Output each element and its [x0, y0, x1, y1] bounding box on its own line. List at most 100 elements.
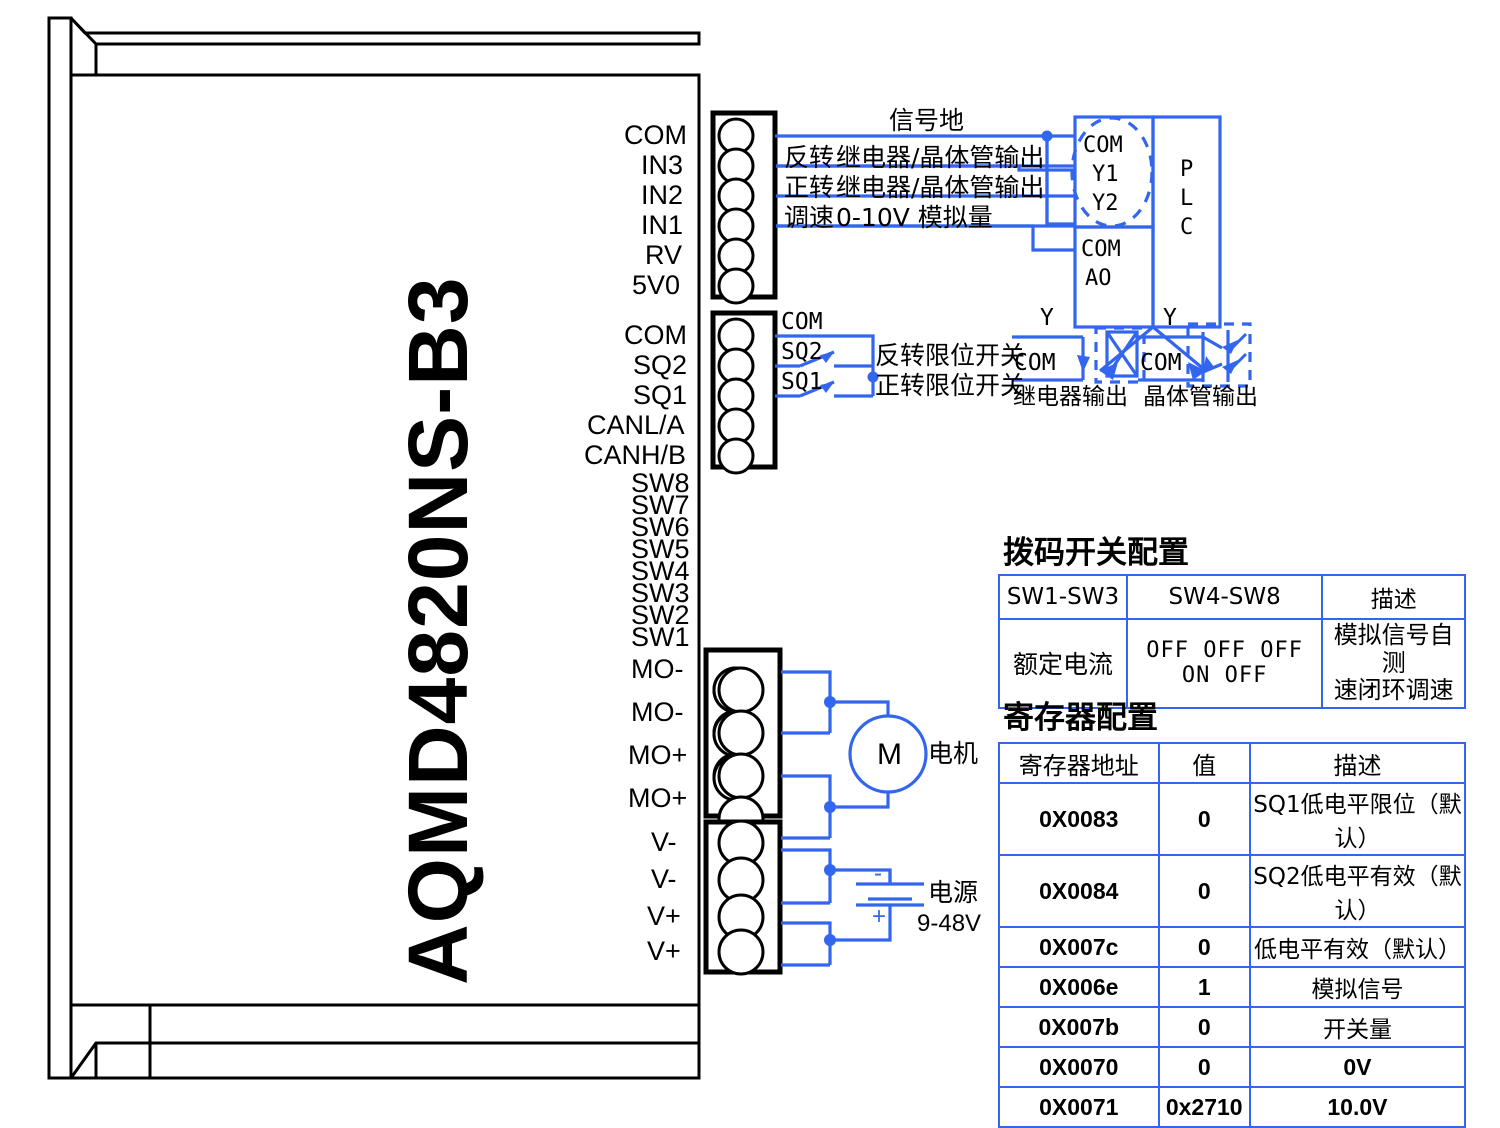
pin-label: IN2 — [641, 182, 683, 209]
table-row: 额定电流 OFF OFF OFF ON OFF 模拟信号自测 速闭环调速 — [999, 619, 1465, 708]
transistor-y-label: Y — [1163, 307, 1177, 330]
battery-plus-sign: + — [872, 905, 886, 929]
reg-cell-address: 0X0083 — [999, 783, 1159, 855]
battery-minus-sign: - — [874, 862, 882, 886]
transistor-output-caption: 晶体管输出 — [1143, 386, 1258, 409]
pin-label: IN3 — [641, 152, 683, 179]
pin-label: RV — [645, 242, 682, 269]
dip-cell-rated-current: 额定电流 — [999, 619, 1127, 708]
reg-cell-value: 0 — [1159, 783, 1250, 855]
reg-cell-description: 0V — [1250, 1047, 1465, 1087]
device-model-label: AQMD4820NS-B3 — [390, 276, 487, 985]
dip-switch-table: SW1-SW3 SW4-SW8 描述 额定电流 OFF OFF OFF ON O… — [998, 574, 1466, 709]
reg-cell-description: SQ1低电平限位（默认） — [1250, 783, 1465, 855]
limit-sq2-label: SQ2 — [781, 341, 823, 364]
plc-pin-com2: COM — [1081, 239, 1121, 261]
reg-header-address: 寄存器地址 — [999, 743, 1159, 783]
dip-desc-line-1: 模拟信号自测 — [1325, 622, 1462, 677]
pin-label: COM — [624, 122, 687, 149]
reg-cell-address: 0X0071 — [999, 1087, 1159, 1127]
reg-cell-address: 0X007b — [999, 1007, 1159, 1047]
plc-pin-y2: Y2 — [1092, 193, 1119, 215]
table-row: 0X007c0低电平有效（默认） — [999, 927, 1465, 967]
reg-cell-address: 0X006e — [999, 967, 1159, 1007]
reg-cell-description: 开关量 — [1250, 1007, 1465, 1047]
relay-com-label: COM — [1014, 352, 1056, 375]
plc-pin-y1: Y1 — [1092, 164, 1119, 186]
reg-cell-address: 0X007c — [999, 927, 1159, 967]
wiring-diagram-canvas: AQMD4820NS-B3 COM IN3 IN2 IN1 RV 5V0 COM… — [0, 0, 1500, 1101]
wire-desc-reverse: 继电器/晶体管输出 — [836, 145, 1044, 170]
motor-symbol-label: M — [877, 740, 902, 770]
pin-label: MO+ — [628, 785, 687, 812]
pin-label: 5V0 — [632, 272, 680, 299]
transistor-com-label: COM — [1140, 352, 1182, 375]
table-row: 0X00840SQ2低电平有效（默认） — [999, 855, 1465, 927]
table-row: 0X00710x271010.0V — [999, 1087, 1465, 1127]
reg-cell-value: 0x2710 — [1159, 1087, 1250, 1127]
reg-cell-description: 10.0V — [1250, 1087, 1465, 1127]
pin-label: SQ1 — [633, 382, 687, 409]
reg-cell-address: 0X0070 — [999, 1047, 1159, 1087]
pin-label: CANH/B — [584, 442, 686, 469]
pin-label: SQ2 — [633, 352, 687, 379]
table-row: 0X007b0开关量 — [999, 1007, 1465, 1047]
dip-desc-line-2: 速闭环调速 — [1325, 677, 1462, 705]
sw-label: SW1 — [631, 624, 690, 651]
power-label: 电源 — [928, 880, 978, 905]
pin-label: V+ — [647, 903, 681, 930]
wire-desc-forward: 继电器/晶体管输出 — [836, 175, 1044, 200]
dip-header-sw1-sw3: SW1-SW3 — [999, 575, 1127, 619]
pin-label: V- — [651, 829, 677, 856]
register-table: 寄存器地址 值 描述 0X00830SQ1低电平限位（默认）0X00840SQ2… — [998, 742, 1466, 1128]
wire-func-forward: 正转 — [784, 175, 834, 200]
wire-func-reverse: 反转 — [784, 145, 834, 170]
reg-cell-description: SQ2低电平有效（默认） — [1250, 855, 1465, 927]
plc-pin-com: COM — [1083, 135, 1123, 157]
table-header-row: 寄存器地址 值 描述 — [999, 743, 1465, 783]
pin-label: V- — [651, 866, 677, 893]
signal-ground-label: 信号地 — [889, 108, 964, 133]
relay-output-caption: 继电器输出 — [1013, 386, 1128, 409]
dip-table-title: 拨码开关配置 — [1003, 538, 1189, 569]
plc-title-l: L — [1180, 188, 1193, 210]
reg-cell-value: 0 — [1159, 855, 1250, 927]
relay-y-label: Y — [1040, 307, 1054, 330]
reg-cell-value: 0 — [1159, 1047, 1250, 1087]
pin-label: COM — [624, 322, 687, 349]
limit-sq1-desc: 正转限位开关 — [875, 373, 1025, 398]
pin-label: MO- — [631, 656, 683, 683]
limit-sq1-label: SQ1 — [781, 371, 823, 394]
plc-title-p: P — [1180, 159, 1193, 181]
reg-header-value: 值 — [1159, 743, 1250, 783]
table-row: 0X007000V — [999, 1047, 1465, 1087]
dip-header-sw4-sw8: SW4-SW8 — [1127, 575, 1322, 619]
reg-cell-value: 0 — [1159, 927, 1250, 967]
plc-pin-ao: AO — [1085, 268, 1112, 290]
dip-header-desc: 描述 — [1322, 575, 1465, 619]
plc-title-c: C — [1180, 217, 1193, 239]
wire-func-speed: 调速 — [784, 205, 834, 230]
reg-cell-description: 低电平有效（默认） — [1250, 927, 1465, 967]
power-voltage-label: 9-48V — [917, 912, 981, 936]
limit-sq2-desc: 反转限位开关 — [875, 343, 1025, 368]
wire-desc-speed: 0-10V 模拟量 — [836, 205, 993, 230]
dip-cell-switch-states: OFF OFF OFF ON OFF — [1127, 619, 1322, 708]
pin-label: MO+ — [628, 742, 687, 769]
table-row: 0X00830SQ1低电平限位（默认） — [999, 783, 1465, 855]
reg-cell-description: 模拟信号 — [1250, 967, 1465, 1007]
motor-label: 电机 — [928, 741, 978, 766]
pin-label: CANL/A — [587, 412, 685, 439]
limit-com-label: COM — [781, 311, 823, 334]
pin-label: IN1 — [641, 212, 683, 239]
table-header-row: SW1-SW3 SW4-SW8 描述 — [999, 575, 1465, 619]
pin-label: MO- — [631, 699, 683, 726]
reg-cell-value: 1 — [1159, 967, 1250, 1007]
pin-label: V+ — [647, 938, 681, 965]
reg-cell-address: 0X0084 — [999, 855, 1159, 927]
register-table-title: 寄存器配置 — [1003, 703, 1158, 734]
reg-cell-value: 0 — [1159, 1007, 1250, 1047]
reg-header-desc: 描述 — [1250, 743, 1465, 783]
table-row: 0X006e1模拟信号 — [999, 967, 1465, 1007]
dip-cell-description: 模拟信号自测 速闭环调速 — [1322, 619, 1465, 708]
